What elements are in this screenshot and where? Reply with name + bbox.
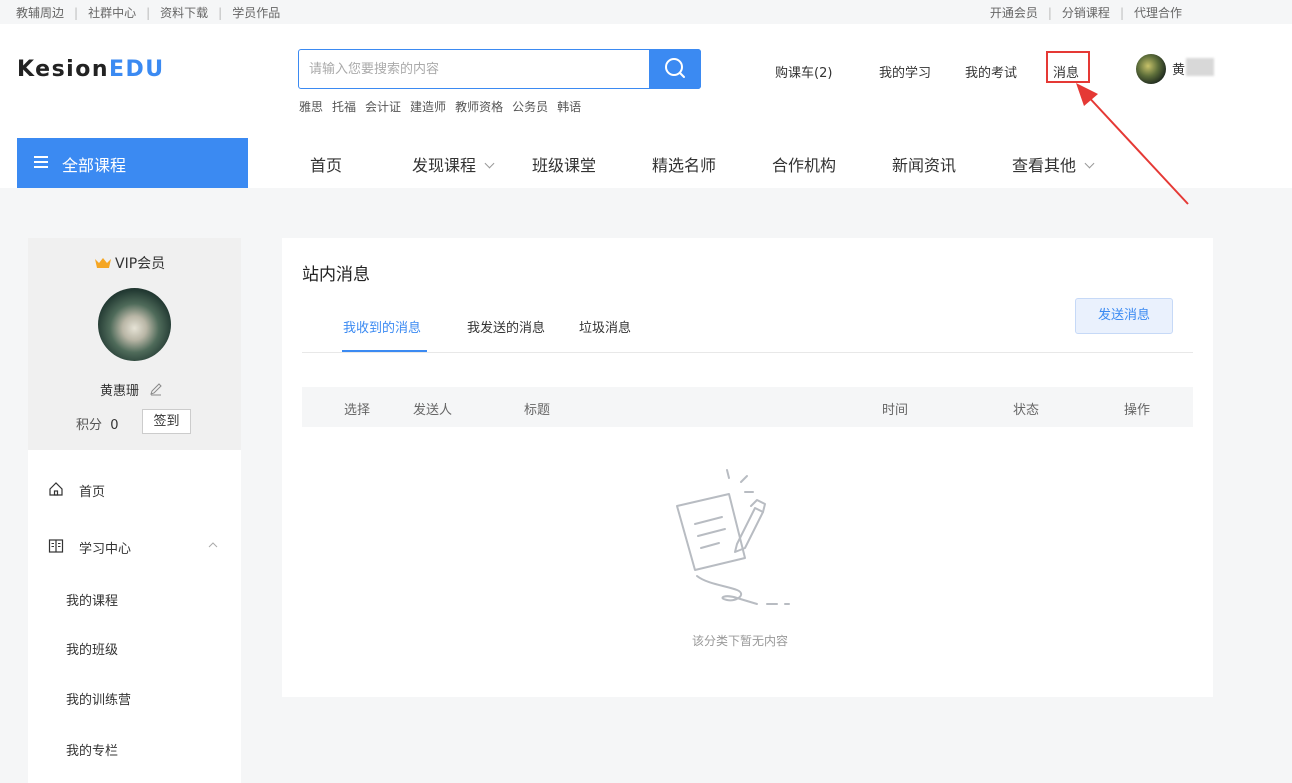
send-message-button[interactable]: 发送消息: [1075, 298, 1173, 334]
logo[interactable]: KesionEDU: [17, 57, 165, 82]
column-header: 发送人: [413, 403, 453, 418]
hot-words: 雅思 托福 会计证 建造师 教师资格 公务员 韩语: [299, 98, 590, 115]
empty-state-icon: [676, 469, 790, 605]
checkin-button[interactable]: 签到: [142, 409, 191, 434]
sidebar-item-label: 我的训练营: [66, 693, 132, 708]
crown-icon: [95, 258, 111, 268]
sidebar: 首页 学习中心 我的课程 我的班级 我的训练营 我的专栏: [28, 450, 241, 783]
message-link[interactable]: 消息: [1053, 62, 1079, 81]
top-link-distribution[interactable]: 分销课程: [1062, 6, 1110, 20]
top-link-downloads[interactable]: 资料下载: [160, 6, 208, 20]
column-header: 选择: [344, 403, 371, 418]
chevron-up-icon: [208, 542, 218, 548]
book-icon: [48, 539, 64, 553]
my-study-link[interactable]: 我的学习: [879, 62, 931, 81]
home-icon: [49, 482, 63, 496]
top-link-membership[interactable]: 开通会员: [990, 6, 1038, 20]
top-links-left: 教辅周边 | 社群中心 | 资料下载 | 学员作品: [16, 6, 281, 20]
tab-trash[interactable]: 垃圾消息: [579, 317, 631, 336]
top-link-agency[interactable]: 代理合作: [1134, 6, 1182, 20]
nav-discover[interactable]: 发现课程: [412, 152, 495, 176]
column-header: 状态: [1013, 403, 1040, 418]
hot-word[interactable]: 雅思: [299, 100, 323, 114]
menu-icon: [34, 156, 48, 168]
profile-name: 黄惠珊: [100, 380, 163, 399]
top-bar: 教辅周边 | 社群中心 | 资料下载 | 学员作品 开通会员 | 分销课程 | 代理合作: [0, 0, 1292, 24]
nav-partners[interactable]: 合作机构: [772, 152, 836, 176]
top-link-tutoring[interactable]: 教辅周边: [16, 6, 64, 20]
sidebar-item-label: 我的专栏: [66, 744, 119, 759]
hot-word[interactable]: 会计证: [365, 100, 401, 114]
all-courses-label: 全部课程: [62, 156, 127, 175]
nav-teachers[interactable]: 精选名师: [652, 152, 716, 176]
search-input[interactable]: [309, 59, 639, 79]
page-title: 站内消息: [302, 265, 370, 285]
hot-word[interactable]: 托福: [332, 100, 356, 114]
cart-link[interactable]: 购课车(2): [775, 62, 832, 81]
username-redaction: [1186, 58, 1214, 76]
sidebar-item-label: 首页: [79, 485, 106, 500]
sidebar-item-label: 学习中心: [79, 542, 132, 557]
username[interactable]: 黄: [1172, 59, 1185, 78]
nav-class[interactable]: 班级课堂: [532, 152, 596, 176]
score: 积分 0: [76, 418, 119, 433]
column-header: 时间: [882, 403, 909, 418]
hot-word[interactable]: 建造师: [410, 100, 446, 114]
profile-card: VIP会员 黄惠珊 积分 0 签到: [28, 238, 241, 450]
empty-state-text: 该分类下暂无内容: [692, 634, 789, 648]
hot-word[interactable]: 教师资格: [455, 100, 503, 114]
search-icon: [665, 58, 685, 78]
tab-divider: [302, 352, 1193, 353]
top-link-works[interactable]: 学员作品: [232, 6, 280, 20]
annotation-arrow: [1076, 83, 1189, 205]
active-tab-underline: [342, 350, 427, 352]
hot-word[interactable]: 韩语: [557, 100, 581, 114]
tab-received[interactable]: 我收到的消息: [343, 317, 421, 336]
nav-home[interactable]: 首页: [310, 152, 342, 176]
messages-panel: 站内消息 我收到的消息 我发送的消息 垃圾消息 发送消息 选择 发送人 标题 时…: [282, 238, 1213, 697]
profile-avatar[interactable]: [98, 288, 171, 361]
hot-word[interactable]: 公务员: [512, 100, 548, 114]
tab-sent[interactable]: 我发送的消息: [467, 317, 545, 336]
top-link-community[interactable]: 社群中心: [88, 6, 136, 20]
all-courses-button[interactable]: 全部课程: [17, 138, 248, 188]
vip-badge: VIP会员: [94, 253, 165, 273]
search-box: [298, 49, 701, 89]
sidebar-item-label: 我的班级: [66, 643, 119, 658]
top-links-right: 开通会员 | 分销课程 | 代理合作: [989, 6, 1182, 20]
edit-icon[interactable]: [149, 382, 163, 396]
column-header: 操作: [1124, 403, 1151, 418]
sidebar-item-label: 我的课程: [66, 594, 119, 609]
search-button[interactable]: [649, 49, 701, 89]
my-exam-link[interactable]: 我的考试: [965, 62, 1017, 81]
nav-news[interactable]: 新闻资讯: [892, 152, 956, 176]
column-header: 标题: [524, 403, 551, 418]
table-header: 选择 发送人 标题 时间 状态 操作: [302, 387, 1193, 427]
chevron-down-icon: [484, 158, 495, 169]
